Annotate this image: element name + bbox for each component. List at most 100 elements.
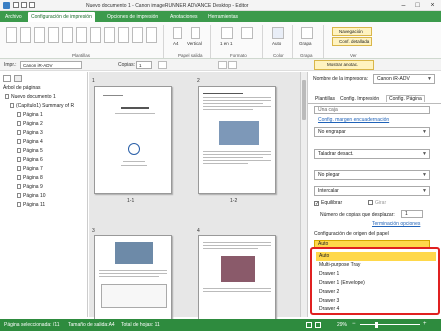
zoom-in-icon[interactable]: + [423, 321, 427, 328]
show-annotations-button[interactable]: Mostrar anotac. [314, 60, 374, 70]
template-thumb-8[interactable] [104, 27, 115, 43]
staple-select[interactable]: No engrapar ▼ [314, 127, 430, 137]
view-mode-icon-2[interactable] [315, 322, 321, 328]
nup-icon[interactable] [221, 27, 233, 39]
paper-source-option[interactable]: Drawer 4 [316, 306, 436, 313]
tree-item-page-4[interactable]: Página 4 [17, 139, 43, 145]
tree-item-page-5[interactable]: Página 5 [17, 148, 43, 154]
template-thumb-7[interactable] [90, 27, 101, 43]
balanced-checkbox[interactable]: ✓ Equilibrar [314, 200, 342, 207]
undo-icon[interactable] [21, 2, 27, 8]
navigation-button[interactable]: Navegación [332, 27, 372, 36]
tree-item-page-8[interactable]: Página 8 [17, 175, 43, 181]
page-thumbnail-2[interactable] [198, 86, 276, 194]
tab-archivo[interactable]: Archivo [2, 12, 25, 22]
close-icon[interactable]: × [426, 1, 439, 10]
zoom-out-icon[interactable]: − [352, 321, 356, 328]
template-thumb-1[interactable] [6, 27, 17, 43]
color-mode-label[interactable]: Auto [272, 41, 281, 46]
tree-item-page-11[interactable]: Página 11 [17, 202, 45, 208]
zoom-slider-thumb[interactable] [375, 322, 378, 328]
page-number: 1 [92, 78, 95, 84]
group-label-papel-salida: Papel salida [178, 53, 203, 58]
layout-select[interactable]: Una caja [314, 106, 430, 114]
tree-item-page-7[interactable]: Página 7 [17, 166, 43, 172]
settings-tab-bar: Plantillas Config. Impresión Config. Pág… [308, 95, 441, 104]
paper-size-label[interactable]: A4 [173, 41, 179, 46]
binding-margin-link[interactable]: Config. margen encuadernación [318, 117, 389, 123]
printer-select[interactable]: Canon iR-ADV [20, 61, 82, 69]
tree-item-page-9[interactable]: Página 9 [17, 184, 43, 190]
tree-item-page-2[interactable]: Página 2 [17, 121, 43, 127]
paper-source-option[interactable]: Drawer 3 [316, 297, 436, 306]
page-thumbnail-3[interactable] [94, 235, 172, 320]
booklet-icon[interactable] [241, 27, 253, 39]
tree-item-page-3[interactable]: Página 3 [17, 130, 43, 136]
redo-icon[interactable] [29, 2, 35, 8]
tree-item-document[interactable]: Nuevo documento 1 [5, 94, 56, 100]
tab-plantillas[interactable]: Plantillas [315, 96, 335, 102]
page-number: 1-2 [230, 198, 238, 204]
template-thumb-2[interactable] [20, 27, 31, 43]
printer-name-select[interactable]: Canon iR-ADV ▼ [373, 74, 435, 84]
tree-item-page-1[interactable]: Página 1 [17, 112, 43, 118]
page-thumbnail-1[interactable] [94, 86, 172, 194]
tree-tab-icon-2[interactable] [14, 75, 22, 82]
tab-herramientas[interactable]: Herramientas [205, 12, 241, 22]
text-line [121, 107, 149, 109]
page-thumbnail-4[interactable] [198, 235, 276, 320]
preview-icon[interactable] [218, 61, 227, 69]
paper-source-option[interactable]: Multi-purpose Tray [316, 261, 436, 270]
staple-label[interactable]: Grapa [299, 41, 312, 46]
tab-config-pagina[interactable]: Config. Página [386, 95, 425, 102]
template-thumb-6[interactable] [76, 27, 87, 43]
punch-select[interactable]: Taladrar desact. ▼ [314, 149, 430, 159]
staple-icon[interactable] [301, 27, 313, 39]
template-thumb-10[interactable] [132, 27, 143, 43]
tab-configuracion-impresion[interactable]: Configuración de impresión [28, 12, 95, 22]
paper-source-option[interactable]: Auto [316, 252, 436, 261]
paper-source-option[interactable]: Drawer 1 [316, 270, 436, 279]
page-icon [17, 184, 21, 189]
tree-item-chapter[interactable]: (Capítulo1) Summary of R [10, 103, 74, 109]
tree-item-page-10[interactable]: Página 10 [17, 193, 46, 199]
zoom-slider[interactable] [360, 324, 420, 325]
collate-select[interactable]: Intercalar ▼ [314, 186, 430, 196]
tab-config-impresion[interactable]: Config. Impresión [340, 96, 379, 102]
save-icon[interactable] [13, 2, 19, 8]
view-mode-icon[interactable] [306, 322, 312, 328]
page-icon [17, 121, 21, 126]
rotate-checkbox[interactable]: Girar [368, 200, 386, 206]
template-thumb-9[interactable] [118, 27, 129, 43]
settings-icon[interactable] [228, 61, 237, 69]
tree-item-page-6[interactable]: Página 6 [17, 157, 43, 163]
maximize-icon[interactable]: □ [411, 1, 424, 10]
text-line [203, 93, 243, 94]
ribbon-tab-bar: Archivo Configuración de impresión Opcio… [0, 11, 441, 22]
tree-tab-icon[interactable] [3, 75, 11, 82]
tab-opciones-impresion[interactable]: Opciones de impresión [104, 12, 161, 22]
orientation-label[interactable]: Vertical [187, 41, 202, 46]
template-thumb-11[interactable] [146, 27, 157, 43]
orientation-icon[interactable] [191, 27, 200, 39]
detailed-config-button[interactable]: Conf. detallada [332, 37, 372, 46]
scrollbar-thumb[interactable] [302, 80, 306, 120]
template-thumb-3[interactable] [34, 27, 45, 43]
fold-select[interactable]: No plegar ▼ [314, 170, 430, 180]
minimize-icon[interactable]: – [397, 1, 410, 10]
preview-scrollbar[interactable] [300, 72, 307, 317]
print-icon[interactable] [158, 61, 167, 69]
nup-label[interactable]: 1 en 1 [220, 41, 233, 46]
paper-source-option[interactable]: Drawer 1 (Envelope) [316, 279, 436, 288]
checkbox-icon [368, 200, 373, 205]
copies-input[interactable]: 1 [136, 61, 152, 69]
color-mode-icon[interactable] [272, 27, 284, 39]
paper-source-option[interactable]: Drawer 2 [316, 288, 436, 297]
template-thumb-5[interactable] [62, 27, 73, 43]
paper-size-icon[interactable] [173, 27, 182, 39]
text-line [203, 151, 271, 152]
template-thumb-4[interactable] [48, 27, 59, 43]
tab-anotaciones[interactable]: Anotaciones [167, 12, 201, 22]
finishing-options-link[interactable]: Terminación opciones [372, 221, 420, 227]
copies-shift-input[interactable]: 1 [401, 210, 423, 218]
